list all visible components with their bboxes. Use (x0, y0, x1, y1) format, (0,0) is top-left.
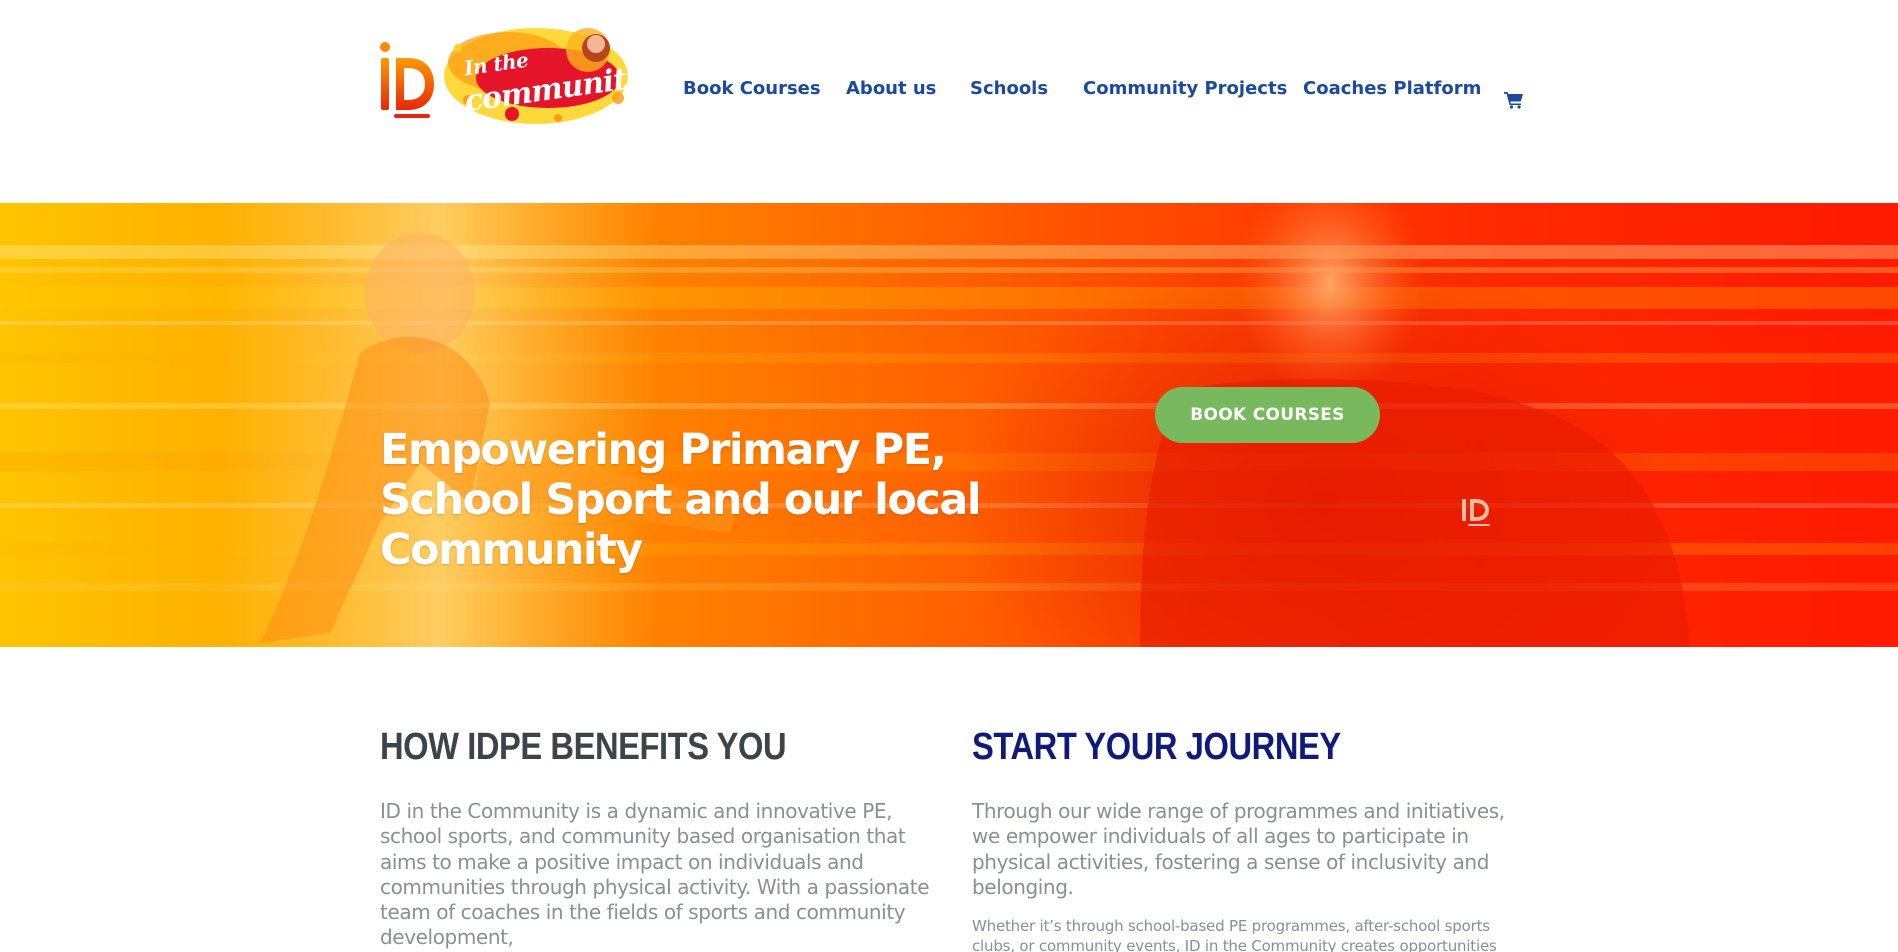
nav-community-projects[interactable]: Community Projects (1083, 78, 1287, 99)
site-logo[interactable]: In the community (378, 18, 645, 136)
nav-book-courses[interactable]: Book Courses (683, 78, 821, 99)
nav-coaches-platform[interactable]: Coaches Platform (1303, 78, 1481, 99)
journey-secondary: Whether it’s through school-based PE pro… (972, 917, 1497, 952)
book-courses-button[interactable]: BOOK COURSES (1155, 387, 1380, 443)
journey-section: START YOUR JOURNEY Through our wide rang… (972, 726, 1532, 952)
hero-banner: Empowering Primary PE, School Sport and … (0, 203, 1898, 647)
benefits-heading: HOW IDPE BENEFITS YOU (380, 726, 787, 768)
nav-schools[interactable]: Schools (970, 78, 1048, 99)
journey-body: Through our wide range of programmes and… (972, 799, 1505, 899)
benefits-body: ID in the Community is a dynamic and inn… (380, 799, 930, 950)
site-header: In the community Book Courses About us S… (0, 0, 1898, 203)
benefits-section: HOW IDPE BENEFITS YOU ID in the Communit… (380, 726, 940, 951)
id-logo-icon (380, 42, 434, 118)
journey-heading: START YOUR JOURNEY (972, 726, 1341, 768)
shopping-cart-icon[interactable] (1504, 91, 1524, 109)
nav-about-us[interactable]: About us (846, 78, 936, 99)
hero-title: Empowering Primary PE, School Sport and … (380, 425, 982, 575)
